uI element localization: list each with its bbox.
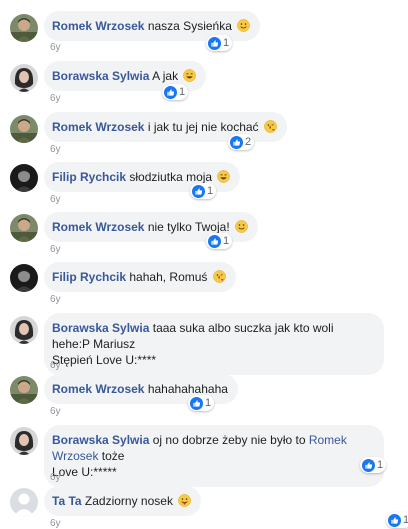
comment-author[interactable]: Borawska Sylwia (52, 321, 149, 335)
avatar[interactable] (10, 64, 38, 92)
grinning-face-icon (217, 170, 230, 183)
face-blowing-kiss-icon (213, 270, 226, 283)
comment-text: nie tylko Twoja! (147, 220, 230, 234)
reaction-count[interactable]: 1 (162, 84, 189, 100)
comment-author[interactable]: Romek Wrzosek (52, 120, 144, 134)
comment-timestamp[interactable]: 6y (50, 244, 61, 255)
comment-timestamp[interactable]: 6y (50, 294, 61, 305)
comment-timestamp[interactable]: 6y (50, 472, 61, 483)
comment-author[interactable]: Romek Wrzosek (52, 220, 144, 234)
like-count: 1 (223, 235, 230, 247)
like-count: 1 (205, 397, 212, 409)
like-icon (388, 514, 401, 527)
reaction-count[interactable]: 1 (206, 35, 233, 51)
like-count: 2 (245, 136, 252, 148)
comment-timestamp[interactable]: 6y (50, 406, 61, 417)
reaction-count[interactable]: 2 (228, 134, 255, 150)
reaction-count[interactable]: 1 (190, 183, 217, 199)
smiling-face-icon (237, 19, 250, 32)
comment-bubble: Ta Ta Zadziorny nosek (44, 486, 202, 516)
avatar[interactable] (10, 214, 38, 242)
like-icon (208, 235, 221, 248)
comment-text: hahah, Romuś (129, 270, 208, 284)
avatar[interactable] (10, 427, 38, 455)
comment-text-continued: Stępień Love U:**** (52, 353, 157, 367)
comment-timestamp[interactable]: 6y (50, 194, 61, 205)
like-icon (208, 37, 221, 50)
comment-text: toże (101, 449, 125, 463)
comment-author[interactable]: Filip Rychcik (52, 170, 126, 184)
avatar[interactable] (10, 264, 38, 292)
avatar[interactable] (10, 115, 38, 143)
comment-author[interactable]: Ta Ta (52, 494, 82, 508)
like-count: 1 (377, 459, 384, 471)
reaction-count[interactable]: 1 (188, 395, 215, 411)
comment-timestamp[interactable]: 6y (50, 360, 61, 371)
comment-author[interactable]: Romek Wrzosek (52, 19, 144, 33)
comment-text: oj no dobrze żeby nie było to (152, 433, 306, 447)
comment-bubble: Filip Rychcik hahah, Romuś (44, 262, 236, 292)
comment-timestamp[interactable]: 6y (50, 144, 61, 155)
avatar[interactable] (10, 316, 38, 344)
comment-text: słodziutka moja (129, 170, 213, 184)
reaction-count[interactable]: 1 (206, 233, 233, 249)
like-count: 1 (403, 514, 408, 526)
smiling-face-icon (235, 220, 248, 233)
like-count: 1 (223, 37, 230, 49)
reaction-count[interactable]: 1 (360, 457, 387, 473)
like-count: 1 (179, 86, 186, 98)
comment-timestamp[interactable]: 6y (50, 93, 61, 104)
comment-author[interactable]: Romek Wrzosek (52, 382, 144, 396)
grinning-face-icon (183, 69, 196, 82)
like-icon (190, 397, 203, 410)
comment-author[interactable]: Filip Rychcik (52, 270, 126, 284)
comment-bubble: Borawska Sylwia taaa suka albo suczka ja… (44, 313, 384, 375)
avatar[interactable] (10, 14, 38, 42)
comment-timestamp[interactable]: 6y (50, 518, 61, 529)
comment-author[interactable]: Borawska Sylwia (52, 433, 149, 447)
face-with-tongue-icon (178, 494, 191, 507)
comment-timestamp[interactable]: 6y (50, 42, 61, 53)
comment-author[interactable]: Borawska Sylwia (52, 69, 149, 83)
avatar[interactable] (10, 164, 38, 192)
face-blowing-kiss-icon (264, 120, 277, 133)
comment-text: hahahahahaha (147, 382, 228, 396)
like-icon (164, 86, 177, 99)
comment-text-continued: Love U:***** (52, 465, 117, 479)
avatar[interactable] (10, 488, 38, 516)
like-icon (192, 185, 205, 198)
like-icon (230, 136, 243, 149)
like-icon (362, 459, 375, 472)
comment-text: Zadziorny nosek (84, 494, 173, 508)
comment-text: A jak (152, 69, 179, 83)
like-count: 1 (207, 185, 214, 197)
reaction-count[interactable]: 1 (386, 512, 408, 528)
avatar[interactable] (10, 376, 38, 404)
comment-text: i jak tu jej nie kochać (147, 120, 259, 134)
comment-bubble: Borawska Sylwia oj no dobrze żeby nie by… (44, 425, 384, 487)
comment-text: nasza Sysieńka (147, 19, 232, 33)
